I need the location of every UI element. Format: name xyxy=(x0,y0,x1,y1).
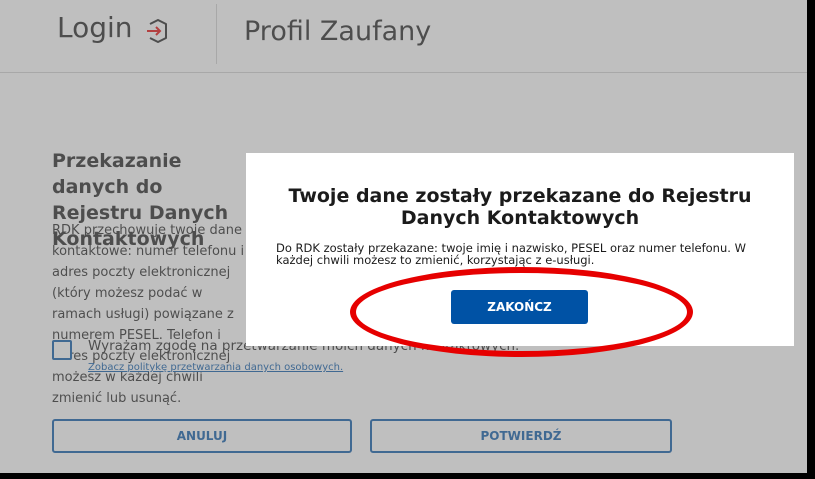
screen-border-right xyxy=(807,0,815,479)
screen-border-bottom xyxy=(0,473,815,479)
red-annotation-ellipse xyxy=(350,267,693,357)
page: Login Profil Zaufany Przekazanie danych … xyxy=(0,0,815,479)
modal-title: Twoje dane zostały przekazane do Rejestr… xyxy=(288,185,752,229)
modal-text: Do RDK zostały przekazane: twoje imię i … xyxy=(276,241,746,267)
